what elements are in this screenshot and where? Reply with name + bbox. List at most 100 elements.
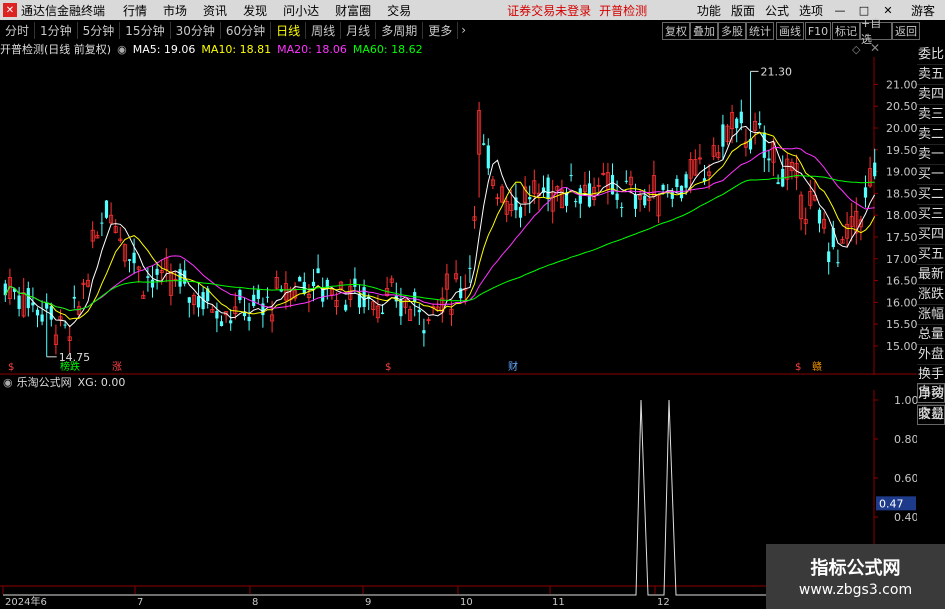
date-label: 11 <box>552 597 565 608</box>
period-60min[interactable]: 60分钟 <box>221 21 272 39</box>
kline-chart[interactable]: 21.00 20.50 20.00 19.50 19.00 18.50 18.00 17.50… <box>0 57 917 375</box>
app-title: 通达信金融终端 <box>21 3 106 18</box>
menu-trade[interactable]: 交易 <box>387 2 411 19</box>
side-item[interactable]: 卖一 <box>917 145 945 165</box>
candle-body <box>104 200 109 218</box>
menu-news[interactable]: 资讯 <box>203 2 227 19</box>
candle-body <box>353 278 357 287</box>
ma20-line <box>4 146 875 312</box>
candle-body <box>265 296 270 298</box>
settings-circle-icon[interactable]: ◉ <box>3 376 13 389</box>
side-item[interactable]: 买四 <box>917 225 945 245</box>
date-label: 12 <box>657 597 670 608</box>
high-price-label: 21.30 <box>761 65 793 78</box>
menu-wealth[interactable]: 财富圈 <box>335 2 371 19</box>
user-label[interactable]: 游客 <box>911 2 935 19</box>
mark-button[interactable]: 标记 <box>832 22 860 40</box>
side-item[interactable]: 委比 <box>917 45 945 65</box>
event-marker: $ <box>795 362 801 373</box>
pin-icon[interactable]: ◇ <box>852 43 860 56</box>
price-label: 18.50 <box>886 187 917 200</box>
draw-line-button[interactable]: 画线 <box>776 22 804 40</box>
side-item[interactable]: 卖二 <box>917 125 945 145</box>
period-intraday[interactable]: 分时 <box>0 21 36 39</box>
side-item[interactable]: 买一 <box>917 165 945 185</box>
candle-body <box>624 180 628 182</box>
candle-body <box>486 145 490 169</box>
side-item[interactable]: 最新 <box>917 265 945 285</box>
period-15min[interactable]: 15分钟 <box>120 21 171 39</box>
side-item[interactable]: 卖三 <box>917 105 945 125</box>
candle-body <box>684 174 688 188</box>
side-item[interactable]: 外盘 <box>917 345 945 365</box>
side-item[interactable]: 换手 <box>917 365 945 385</box>
side-item[interactable]: 涨跌 <box>917 285 945 305</box>
menu-quotes[interactable]: 行情 <box>123 2 147 19</box>
candle-body <box>242 312 247 317</box>
event-marker: 赣 <box>812 360 822 373</box>
period-weekly[interactable]: 周线 <box>306 21 342 39</box>
xg-signal-line <box>3 399 874 596</box>
period-daily[interactable]: 日线 <box>271 21 307 39</box>
period-5min[interactable]: 5分钟 <box>78 21 121 39</box>
back-button[interactable]: 返回 <box>892 22 920 40</box>
xg-label: XG: 0.00 <box>77 375 126 389</box>
price-label: 19.50 <box>886 144 917 157</box>
price-label: 20.50 <box>886 100 917 113</box>
stats-button[interactable]: 统计 <box>746 22 774 40</box>
candle-body <box>670 191 674 199</box>
price-label: 19.00 <box>886 166 917 179</box>
period-1min[interactable]: 1分钟 <box>35 21 78 39</box>
minimize-icon[interactable]: — <box>833 4 847 17</box>
candle-body <box>776 182 780 185</box>
period-monthly[interactable]: 月线 <box>341 21 377 39</box>
candle-body <box>615 193 619 200</box>
candle-body <box>311 281 316 287</box>
candle-body <box>256 289 260 299</box>
candle-body <box>675 178 679 187</box>
event-marker: 榜跌 <box>60 360 80 373</box>
period-more[interactable]: 更多 <box>423 21 459 39</box>
candle-body <box>873 162 877 177</box>
menu-discover[interactable]: 发现 <box>243 2 267 19</box>
event-marker: 涨 <box>112 361 122 373</box>
watermark-title: 指标公式网 <box>810 558 901 579</box>
candle-body <box>468 267 472 269</box>
trade-login-warning[interactable]: 证券交易未登录 <box>507 2 591 19</box>
add-favorite-button[interactable]: +自选 <box>860 17 892 46</box>
side-button[interactable]: 自动 <box>917 383 945 403</box>
period-multi[interactable]: 多周期 <box>376 21 424 39</box>
period-30min[interactable]: 30分钟 <box>171 21 221 39</box>
multi-stock-button[interactable]: 多股 <box>718 22 746 40</box>
side-item[interactable]: 卖五 <box>917 65 945 85</box>
menu-options[interactable]: 选项 <box>799 2 823 19</box>
date-label: 9 <box>365 597 371 608</box>
settings-circle-icon[interactable]: ◉ <box>117 43 127 56</box>
side-button[interactable]: 交易 <box>917 405 945 425</box>
menu-layout[interactable]: 版面 <box>731 2 755 19</box>
menu-formula[interactable]: 公式 <box>765 2 789 19</box>
price-label: 15.50 <box>886 318 917 331</box>
close-chart-icon[interactable]: ✕ <box>870 41 880 55</box>
side-item[interactable]: 买三 <box>917 205 945 225</box>
side-item[interactable]: 卖四 <box>917 85 945 105</box>
overlay-button[interactable]: 叠加 <box>690 22 718 40</box>
chevron-right-icon[interactable]: › <box>458 23 469 37</box>
menu-function[interactable]: 功能 <box>697 2 721 19</box>
date-label: 8 <box>252 597 258 608</box>
side-item[interactable]: 总量 <box>917 325 945 345</box>
candle-body <box>72 296 76 299</box>
side-item[interactable]: 涨幅 <box>917 305 945 325</box>
candle-body <box>146 276 150 278</box>
adjust-button[interactable]: 复权 <box>662 22 690 40</box>
candle-body <box>298 276 302 282</box>
side-item[interactable]: 买二 <box>917 185 945 205</box>
side-item[interactable]: 买五 <box>917 245 945 265</box>
menu-market[interactable]: 市场 <box>163 2 187 19</box>
f10-button[interactable]: F10 <box>805 22 831 40</box>
candle-body <box>26 288 30 309</box>
menu-ask[interactable]: 问小达 <box>283 2 319 19</box>
watermark: 指标公式网 www.zbgs3.com <box>766 544 945 609</box>
ma10-line <box>4 132 876 320</box>
candle-body <box>739 111 743 124</box>
